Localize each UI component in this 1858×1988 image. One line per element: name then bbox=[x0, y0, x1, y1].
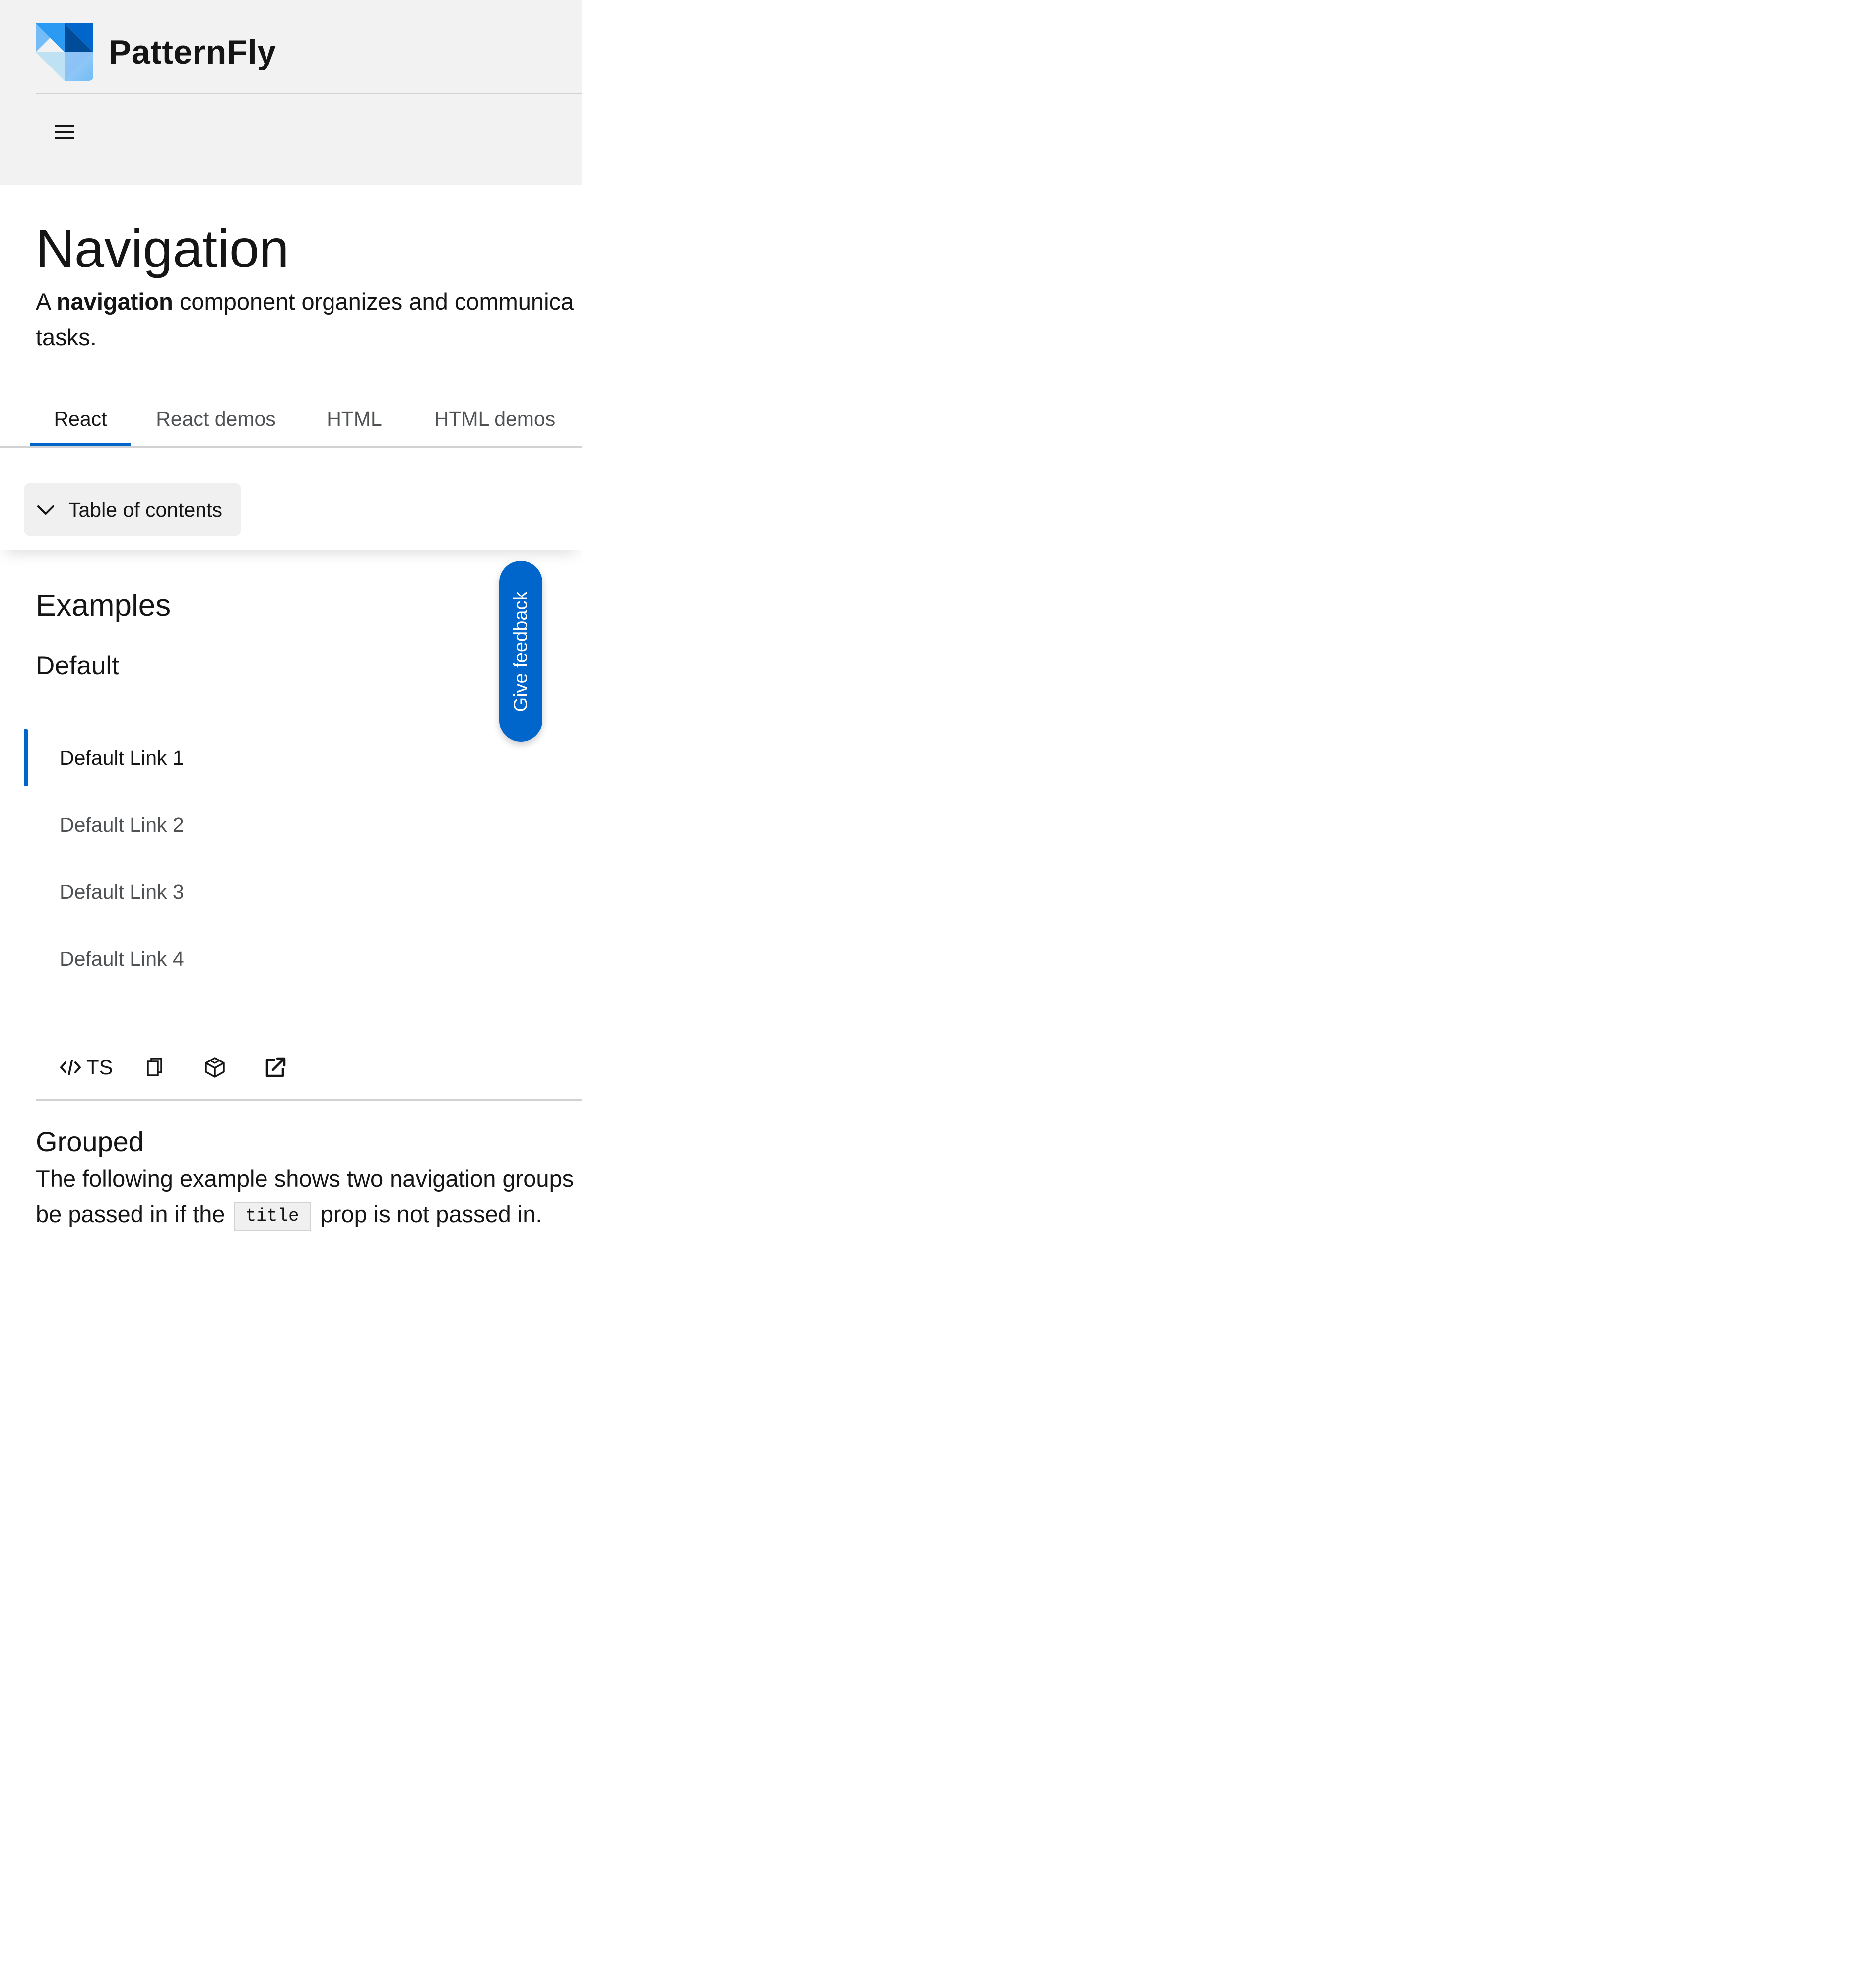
code-icon bbox=[60, 1060, 81, 1075]
nav-link-default-3[interactable]: Default Link 3 bbox=[24, 863, 470, 920]
open-codesandbox-button[interactable] bbox=[203, 1042, 226, 1093]
description-bold: navigation bbox=[56, 288, 173, 315]
code-toolbar-border bbox=[36, 1099, 582, 1101]
examples-heading: Examples bbox=[36, 589, 171, 623]
give-feedback-button[interactable]: Give feedback bbox=[499, 561, 542, 742]
give-feedback-label: Give feedback bbox=[510, 591, 531, 712]
brand-name: PatternFly bbox=[109, 33, 276, 71]
patternfly-logo-icon bbox=[36, 23, 93, 81]
grouped-description: The following example shows two navigati… bbox=[36, 1161, 582, 1232]
example-code-toolbar: TS bbox=[36, 1042, 582, 1101]
toggle-ts-code-button[interactable]: TS bbox=[60, 1042, 113, 1093]
brand-link[interactable]: PatternFly bbox=[36, 23, 276, 81]
open-in-new-window-button[interactable] bbox=[264, 1042, 287, 1093]
description-suffix: component organizes and communica bbox=[173, 288, 574, 315]
page-viewport: PatternFly Navigation A navigation compo… bbox=[0, 0, 582, 1988]
nav-link-default-4[interactable]: Default Link 4 bbox=[24, 930, 470, 987]
masthead: PatternFly bbox=[0, 0, 582, 185]
grouped-heading: Grouped bbox=[36, 1126, 144, 1157]
tab-bar-border bbox=[0, 446, 582, 448]
chevron-down-icon bbox=[37, 505, 54, 515]
toc-toggle-button[interactable]: Table of contents bbox=[24, 483, 241, 536]
toc-toggle-label: Table of contents bbox=[68, 498, 222, 521]
tab-react-demos[interactable]: React demos bbox=[144, 392, 288, 446]
copy-code-button[interactable] bbox=[146, 1042, 164, 1093]
tab-html-demos[interactable]: HTML demos bbox=[422, 392, 568, 446]
external-link-icon bbox=[265, 1057, 286, 1077]
tab-html[interactable]: HTML bbox=[312, 392, 397, 446]
tab-react[interactable]: React bbox=[30, 392, 131, 447]
inline-code-title: title bbox=[233, 1201, 311, 1231]
nav-link-default-1[interactable]: Default Link 1 bbox=[24, 729, 470, 786]
grouped-description-line-2: be passed in if the title prop is not pa… bbox=[36, 1196, 582, 1232]
nav-link-default-2[interactable]: Default Link 2 bbox=[24, 796, 470, 853]
description-prefix: A bbox=[36, 288, 57, 315]
toc-sticky-bar: Table of contents bbox=[0, 448, 582, 550]
default-nav-list: Default Link 1 Default Link 2 Default Li… bbox=[24, 729, 470, 997]
codesandbox-icon bbox=[205, 1057, 225, 1078]
hamburger-menu-button[interactable] bbox=[48, 115, 81, 149]
default-heading: Default bbox=[36, 651, 119, 680]
page-title: Navigation bbox=[36, 218, 289, 278]
ts-label: TS bbox=[86, 1056, 113, 1079]
page-description: A navigation component organizes and com… bbox=[36, 284, 582, 355]
grouped-desc-suffix: prop is not passed in. bbox=[320, 1201, 542, 1227]
hamburger-menu-icon bbox=[55, 125, 74, 139]
tab-bar: React React demos HTML HTML demos bbox=[0, 392, 582, 448]
grouped-desc-prefix: be passed in if the bbox=[36, 1201, 225, 1227]
masthead-divider bbox=[36, 93, 582, 94]
page-description-line-1: A navigation component organizes and com… bbox=[36, 284, 582, 320]
copy-icon bbox=[147, 1058, 162, 1076]
grouped-description-line-1: The following example shows two navigati… bbox=[36, 1165, 574, 1192]
page-description-line-2: tasks. bbox=[36, 324, 97, 350]
